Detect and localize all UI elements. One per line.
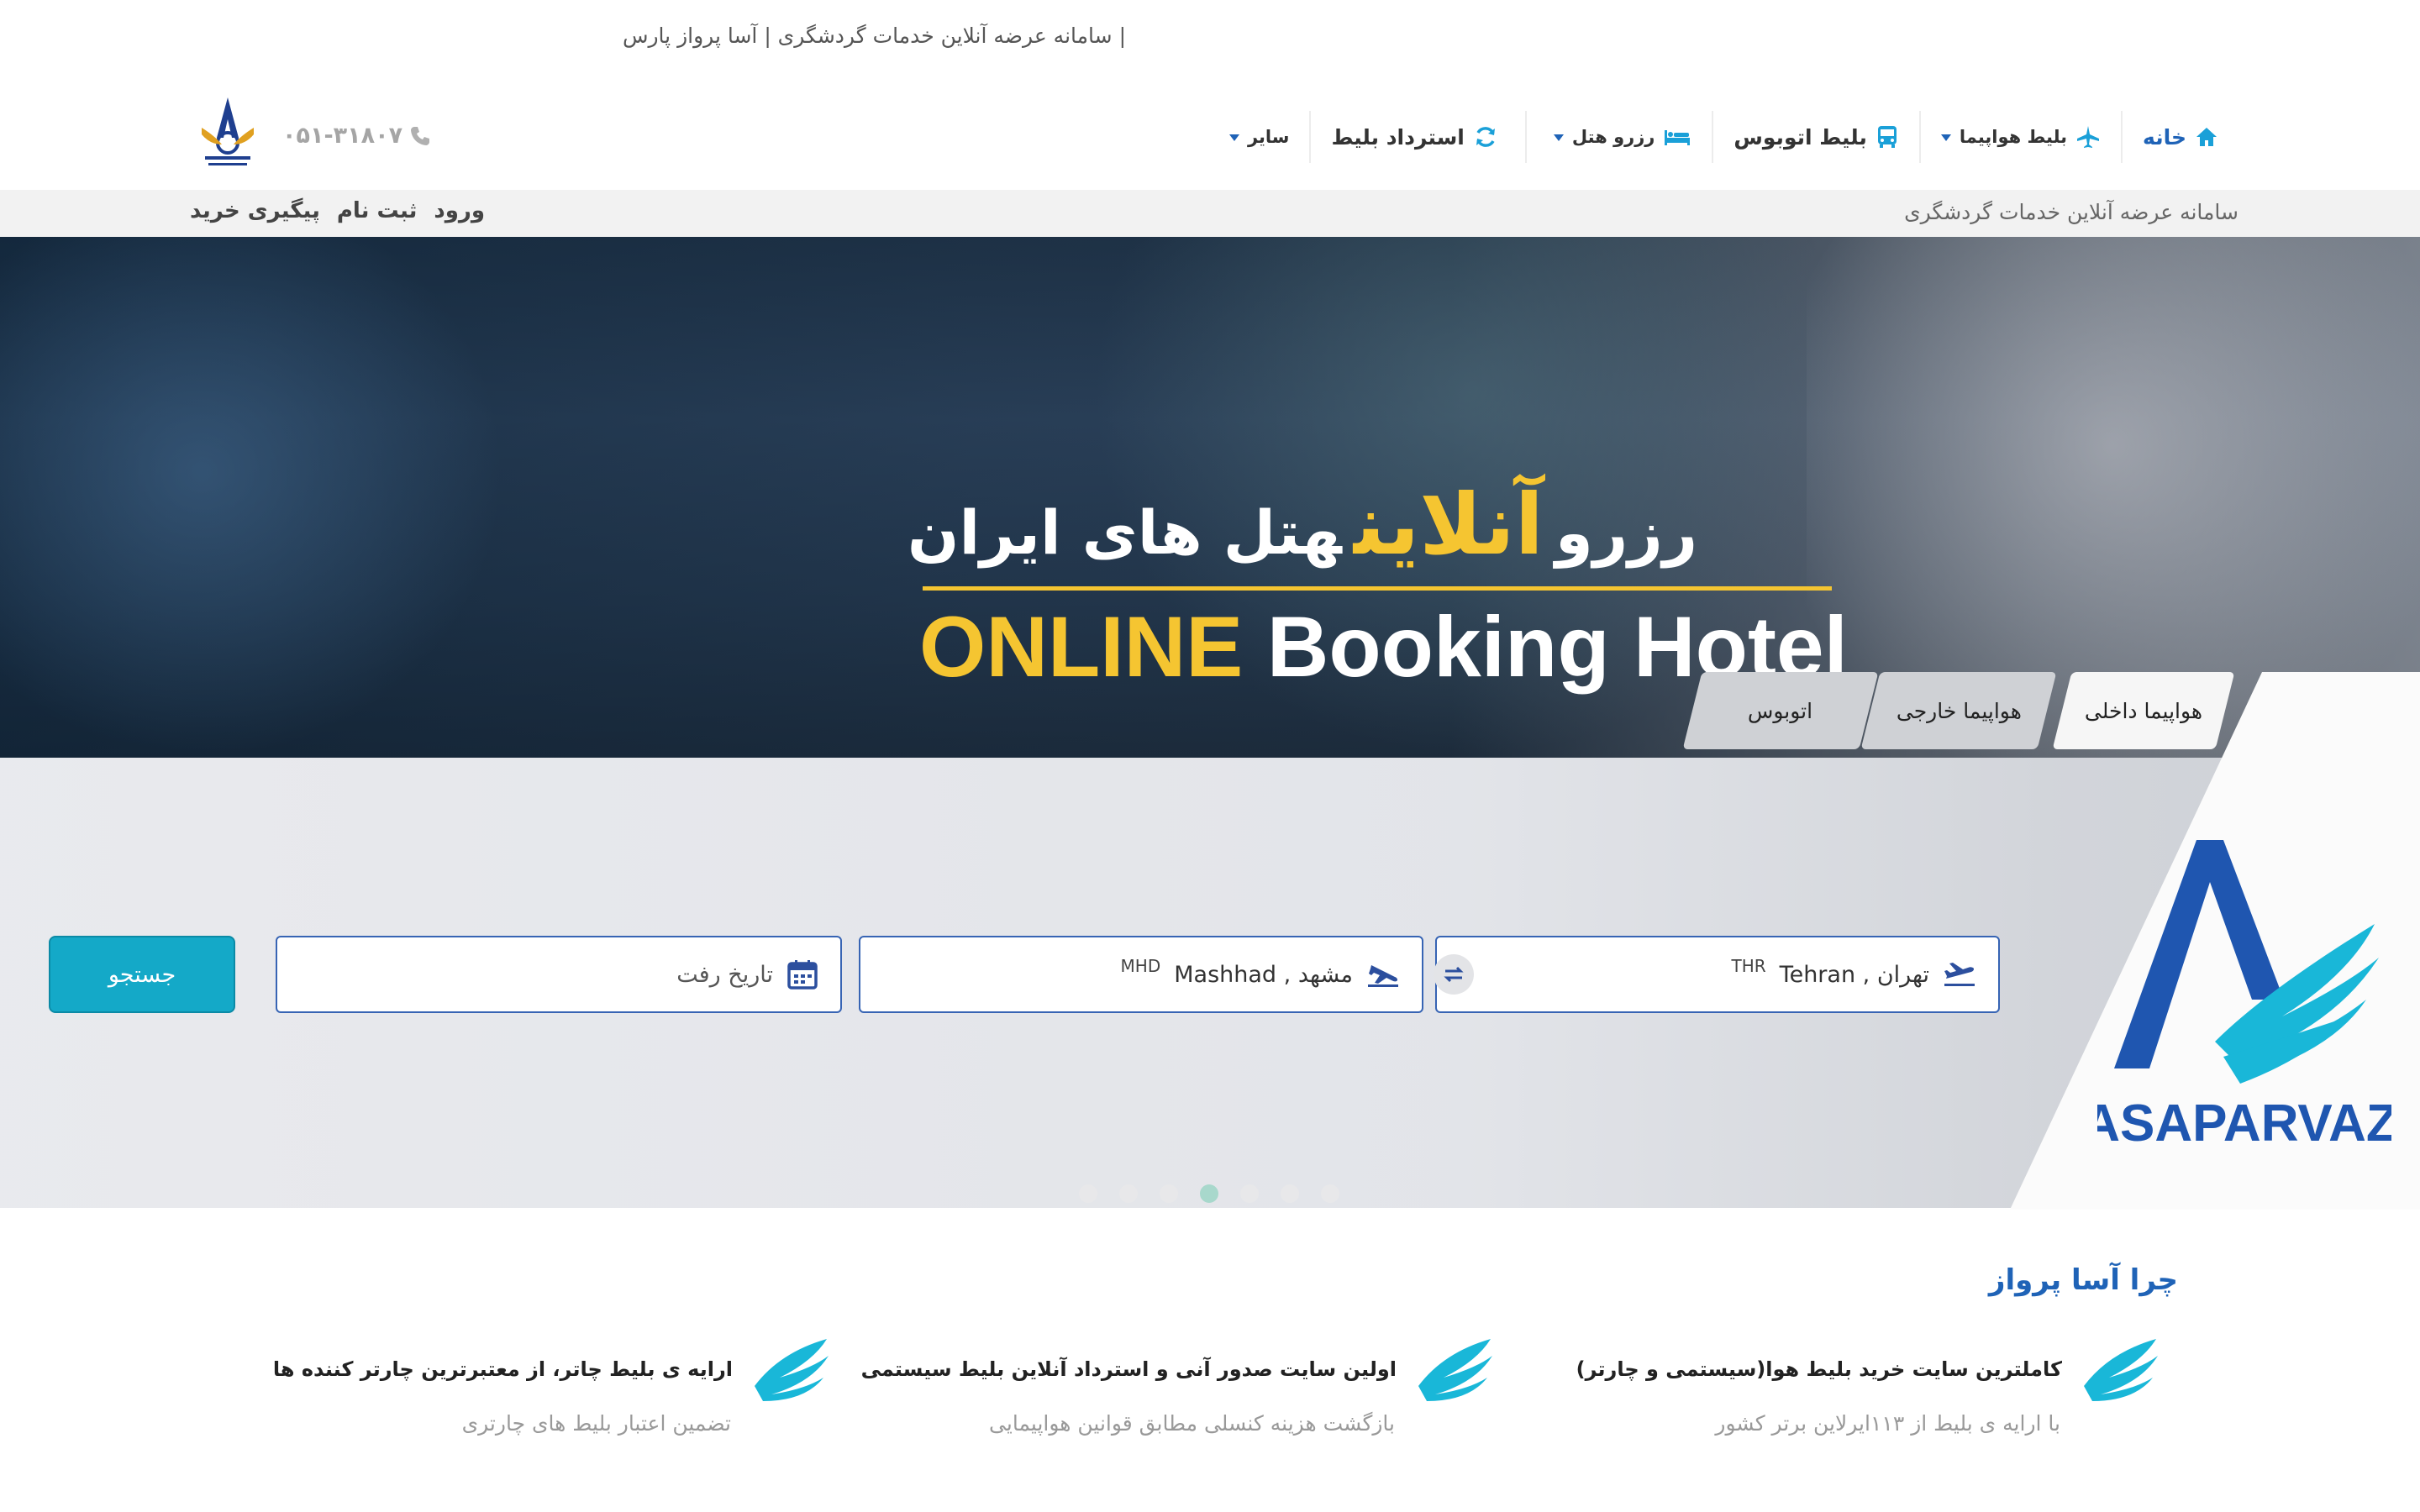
refresh-icon [1473, 125, 1498, 149]
nav-hotel-booking[interactable]: رزرو هتل [1540, 127, 1706, 147]
login-link[interactable]: ورود [434, 198, 485, 223]
slider-dot[interactable] [1281, 1184, 1299, 1203]
register-link[interactable]: ثبت نام [337, 198, 418, 223]
tab-international-label: هواپیما خارجی [1896, 698, 2022, 723]
wing-icon [746, 1336, 830, 1403]
phone-icon [409, 125, 431, 147]
feature-subtitle: با ارایه ی بلیط از ۱۱۳ایرلاین برتر کشور [1715, 1411, 2060, 1436]
nav-other[interactable]: سایر [1216, 127, 1303, 147]
tab-domestic-label: هواپیما داخلی [2084, 698, 2203, 723]
slider-dot[interactable] [1240, 1184, 1259, 1203]
hero-fa-word-online: آنلاین [1353, 475, 1544, 574]
destination-field[interactable]: Mashhad , مشهد MHD [859, 936, 1423, 1013]
search-button[interactable]: جستجو [49, 936, 235, 1013]
feature-title: کاملترین سایت خرید بلیط هوا(سیستمی و چار… [1576, 1357, 2062, 1381]
tab-domestic-flight[interactable]: هواپیما داخلی [2052, 672, 2235, 749]
nav-other-label: سایر [1247, 127, 1290, 147]
nav-flight-tickets[interactable]: بلیط هواپیما [1928, 124, 2114, 150]
account-links: ورود ثبت نام پیگیری خرید [190, 198, 485, 223]
feature-title: اولین سایت صدور آنی و استرداد آنلاین بلی… [860, 1357, 1397, 1381]
hero-bg-light [0, 237, 504, 758]
nav-divider [2121, 111, 2123, 163]
wing-icon [2075, 1336, 2160, 1403]
slider-dot[interactable] [1321, 1184, 1339, 1203]
departure-icon [1943, 960, 1976, 989]
bed-icon [1663, 127, 1691, 147]
hero-en-online: ONLINE [919, 599, 1244, 695]
chevron-down-icon [1553, 134, 1564, 141]
main-nav: خانه بلیط هواپیما بلیط اتوبوس رزرو هتل ا… [1216, 108, 2232, 166]
wing-icon [1410, 1336, 1494, 1403]
chevron-down-icon [1228, 134, 1239, 141]
hero-fa-word-hotels: هتل های ایران [908, 497, 1342, 568]
chevron-down-icon [1940, 134, 1951, 141]
tab-bus[interactable]: اتوبوس [1682, 672, 1879, 749]
destination-value: Mashhad , مشهد [1174, 961, 1353, 988]
slider-dot[interactable] [1079, 1184, 1097, 1203]
nav-bus-tickets[interactable]: بلیط اتوبوس [1720, 124, 1912, 150]
origin-value: Tehran , تهران [1779, 961, 1929, 988]
nav-home-label: خانه [2143, 124, 2186, 150]
origin-code: THR [1731, 956, 1766, 976]
feature-subtitle: تضمین اعتبار بلیط های چارتری [461, 1411, 731, 1436]
bus-icon [1876, 124, 1899, 150]
nav-divider [1309, 111, 1312, 163]
hero-fa-word-reserve: رزرو [1555, 497, 1698, 568]
nav-ticket-refund[interactable]: استرداد بلیط [1318, 125, 1511, 150]
home-icon [2195, 126, 2218, 148]
feature-item: اولین سایت صدور آنی و استرداد آنلاین بلی… [861, 1336, 1494, 1403]
feature-subtitle: بازگشت هزینه کنسلی مطابق قوانین هواپیمای… [989, 1411, 1395, 1436]
nav-refund-label: استرداد بلیط [1331, 124, 1465, 150]
feature-title: ارایه ی بلیط چاتر، از معتبرترین چارتر کن… [272, 1357, 733, 1381]
brand-wordmark: ASAPARVAZ [2097, 1095, 2391, 1152]
slider-dots [1079, 1184, 1339, 1203]
nav-divider [1918, 111, 1921, 163]
arrival-icon [1366, 960, 1400, 989]
destination-code: MHD [1120, 956, 1161, 976]
slider-dot-active[interactable] [1200, 1184, 1218, 1203]
slider-dot[interactable] [1119, 1184, 1138, 1203]
origin-field[interactable]: Tehran , تهران THR [1435, 936, 2000, 1013]
departure-date-field[interactable]: تاریخ رفت [276, 936, 842, 1013]
feature-item: ارایه ی بلیط چاتر، از معتبرترین چارتر کن… [273, 1336, 830, 1403]
plane-icon [2075, 124, 2101, 150]
secondary-tagline: سامانه عرضه آنلاین خدمات گردشگری [1904, 200, 2238, 224]
nav-divider [1524, 111, 1527, 163]
phone-number: ۰۵۱-۳۱۸۰۷ [282, 123, 403, 149]
hero-persian-headline: رزروآنلاینهتل های ایران [908, 475, 1697, 574]
swap-icon [1442, 965, 1465, 984]
tab-international-flight[interactable]: هواپیما خارجی [1860, 672, 2057, 749]
hero-divider-line [923, 586, 1832, 591]
nav-divider [1712, 111, 1714, 163]
tab-bus-label: اتوبوس [1748, 698, 1813, 723]
site-tagline: | سامانه عرضه آنلاین خدمات گردشگری | آسا… [622, 24, 1126, 48]
date-placeholder: تاریخ رفت [676, 961, 773, 988]
nav-flight-label: بلیط هواپیما [1959, 127, 2068, 147]
nav-hotel-label: رزرو هتل [1571, 127, 1655, 147]
nav-bus-label: بلیط اتوبوس [1733, 124, 1867, 150]
track-order-link[interactable]: پیگیری خرید [190, 198, 320, 223]
nav-home[interactable]: خانه [2129, 125, 2232, 150]
site-logo[interactable] [198, 94, 257, 171]
why-section-title: چرا آسا پرواز [1988, 1263, 2178, 1297]
slider-dot[interactable] [1160, 1184, 1178, 1203]
support-phone[interactable]: ۰۵۱-۳۱۸۰۷ [282, 123, 431, 149]
calendar-icon [786, 958, 818, 990]
feature-item: کاملترین سایت خرید بلیط هوا(سیستمی و چار… [1576, 1336, 2160, 1403]
asaparvaz-logo: ASAPARVAZ [2082, 832, 2398, 1159]
swap-button[interactable] [1434, 954, 1474, 995]
